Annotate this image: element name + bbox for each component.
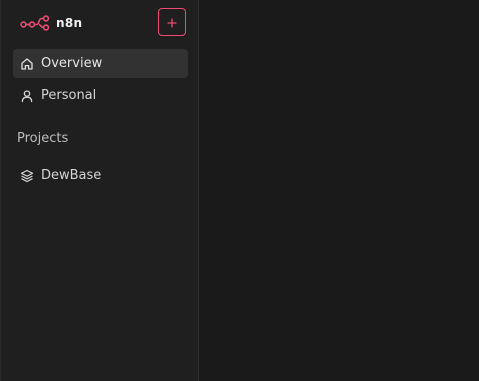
main-content <box>200 0 479 381</box>
sidebar-item-dewbase[interactable]: DewBase <box>13 161 188 190</box>
sidebar-item-label: Personal <box>41 88 97 103</box>
app-window: n8n Overview Personal Projects DewBase <box>0 0 479 381</box>
sidebar-item-personal[interactable]: Personal <box>13 81 188 110</box>
sidebar-item-label: Overview <box>41 56 103 71</box>
app-logo-text: n8n <box>56 16 83 30</box>
n8n-logo-icon <box>20 15 50 31</box>
projects-section-title: Projects <box>17 131 69 146</box>
home-icon <box>20 57 34 71</box>
layers-icon <box>20 169 34 183</box>
plus-icon <box>167 13 177 32</box>
sidebar-item-label: DewBase <box>41 168 102 183</box>
sidebar: n8n Overview Personal Projects DewBase <box>0 0 199 381</box>
sidebar-item-overview[interactable]: Overview <box>13 49 188 78</box>
add-button[interactable] <box>158 8 186 36</box>
user-icon <box>20 89 34 103</box>
app-logo[interactable]: n8n <box>20 12 82 34</box>
